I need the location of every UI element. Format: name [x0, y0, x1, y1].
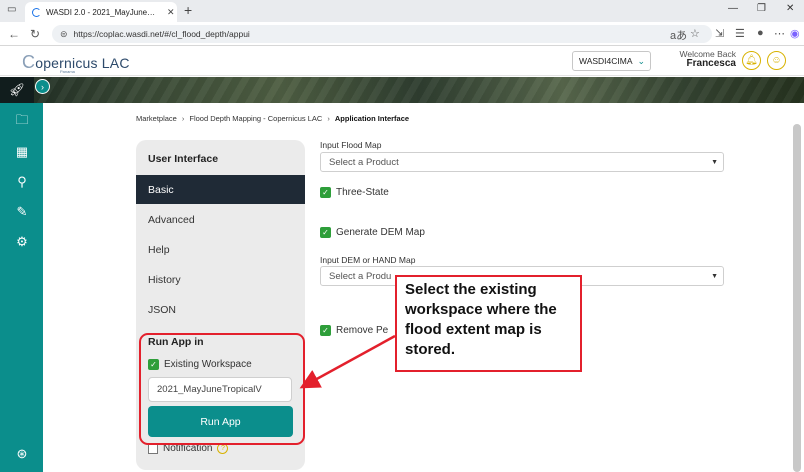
annotation-arrow — [299, 334, 396, 389]
screenshot-root: ▭ WASDI 2.0 - 2021_MayJuneTropical ✕ + —… — [0, 0, 804, 472]
annotation-callout: Select the existing workspace where the … — [395, 275, 582, 372]
